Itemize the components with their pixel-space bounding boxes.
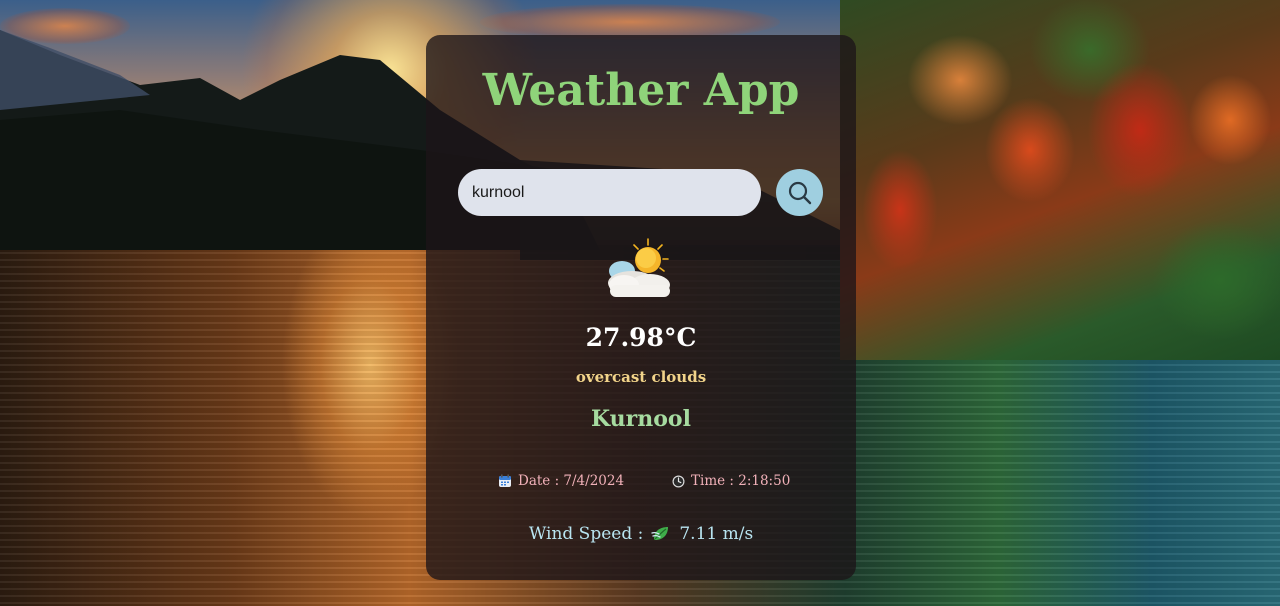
autumn-forest-hillside <box>840 0 1280 360</box>
wind-speed-info: Wind Speed : 7.11 m/s <box>426 524 856 544</box>
weather-description: overcast clouds <box>575 368 707 386</box>
partly-cloudy-sun-icon <box>608 238 670 297</box>
wind-speed-label: Wind Speed : <box>528 524 644 544</box>
app-title: Weather App <box>482 65 800 116</box>
clock-icon <box>672 475 685 487</box>
search-icon <box>788 181 811 204</box>
time-label: Time : 2:18:50 <box>691 473 791 489</box>
date-label: Date : 7/4/2024 <box>518 473 625 489</box>
time-info: Time : 2:18:50 <box>672 473 790 489</box>
wind-leaf-icon <box>651 527 669 540</box>
temperature-value: 27.98°C <box>585 323 697 352</box>
city-name: Kurnool <box>591 406 691 432</box>
wind-speed-value: 7.11 m/s <box>679 524 754 544</box>
weather-card: Weather App 27.98°C overcast clouds Kurn… <box>426 35 856 580</box>
city-search-input[interactable] <box>458 169 761 216</box>
date-info: Date : 7/4/2024 <box>498 473 624 489</box>
calendar-icon <box>499 474 511 487</box>
search-button[interactable] <box>776 169 823 216</box>
